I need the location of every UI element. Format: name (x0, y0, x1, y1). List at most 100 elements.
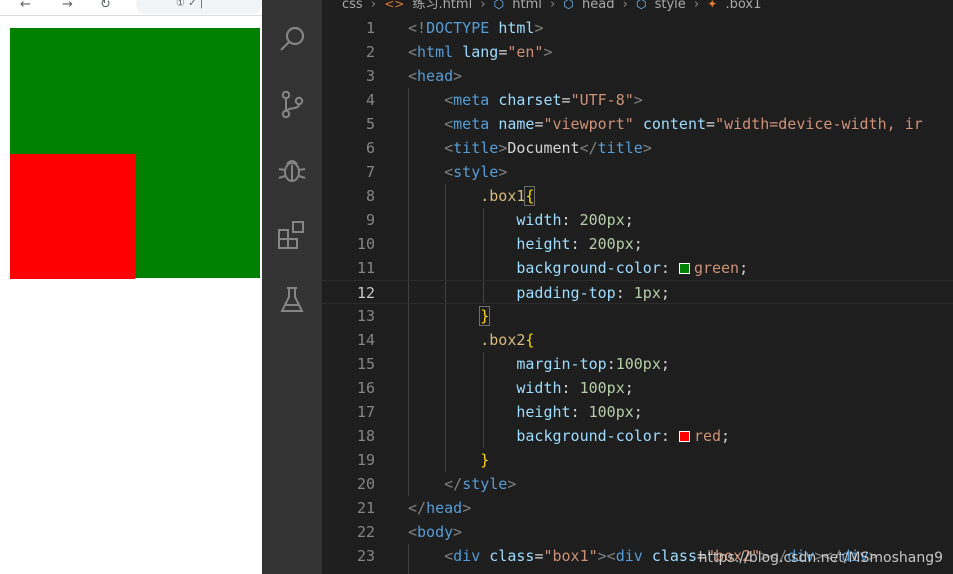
code-text: width: 200px; (408, 208, 633, 232)
testing-icon[interactable] (275, 283, 309, 317)
code-line[interactable]: 7 <style> (322, 160, 953, 184)
code-token: > (498, 139, 508, 157)
code-token: height (516, 235, 571, 253)
breadcrumb-item-box1[interactable]: .box1 (725, 0, 761, 12)
source-control-icon[interactable] (275, 87, 309, 121)
code-line[interactable]: 2 <html lang="en"> (322, 40, 953, 64)
code-text: background-color: green; (408, 256, 748, 280)
code-text: .box1{ (408, 184, 536, 208)
line-number: 9 (365, 211, 375, 229)
code-line[interactable]: 9 width: 200px; (322, 208, 953, 232)
code-line[interactable]: 15 margin-top:100px; (322, 352, 953, 376)
code-token: charset (498, 91, 562, 109)
address-bar[interactable]: ① ✓ | (136, 0, 262, 14)
code-token: html (417, 43, 454, 61)
code-line[interactable]: 18 background-color: red; (322, 424, 953, 448)
breadcrumb-item-style[interactable]: style (655, 0, 686, 12)
code-text: } (408, 448, 489, 472)
code-line[interactable]: 20 </style> (322, 472, 953, 496)
breadcrumb-item-head[interactable]: head (582, 0, 614, 12)
code-area[interactable]: 1 <!DOCTYPE html> 2 <html lang="en"> 3 <head>… (322, 16, 953, 574)
code-token: .box1 (480, 187, 526, 205)
code-text: <body> (408, 520, 462, 544)
code-text: <style> (408, 160, 507, 184)
chevron-right-icon: › (550, 0, 556, 12)
chevron-right-icon: › (693, 0, 700, 12)
code-token: > (534, 19, 544, 37)
watermark: https://blog.csdn.net/MSmoshang9 (698, 550, 943, 566)
code-line[interactable]: 22 <body> (322, 520, 953, 544)
code-line[interactable]: 19 } (322, 448, 953, 472)
code-token: > (633, 91, 643, 109)
code-line[interactable]: 6 <title>Document</title> (322, 136, 953, 160)
code-token: red (693, 427, 722, 445)
code-line[interactable]: 4 <meta charset="UTF-8"> (322, 88, 953, 112)
code-line[interactable]: 1 <!DOCTYPE html> (322, 16, 953, 40)
code-token: height (516, 403, 571, 421)
forward-icon[interactable]: → (62, 0, 73, 12)
extensions-icon[interactable] (275, 218, 309, 252)
code-token: background-color (516, 427, 661, 445)
code-token: ; (739, 259, 749, 277)
code-token: style (453, 163, 499, 181)
breadcrumb-item-file[interactable]: 练习.html (412, 0, 472, 12)
code-line[interactable]: 11 background-color: green; (322, 256, 953, 280)
code-token: div (453, 547, 481, 565)
breadcrumb-item-css[interactable]: css (342, 0, 363, 12)
code-line[interactable]: 8 .box1{ (322, 184, 953, 208)
code-token: background-color (516, 259, 661, 277)
code-line[interactable]: 16 width: 100px; (322, 376, 953, 400)
box2-preview (10, 154, 135, 279)
code-line[interactable]: 5 <meta name="viewport" content="width=d… (322, 112, 953, 136)
code-token: width (516, 211, 562, 229)
search-icon[interactable] (275, 22, 309, 56)
code-text: margin-top:100px; (408, 352, 670, 376)
code-token: < (408, 523, 418, 541)
code-line[interactable]: 13 } (322, 304, 953, 328)
code-token: DOCTYPE (426, 19, 490, 37)
code-line[interactable]: 12 padding-top: 1px; (322, 280, 953, 304)
code-token: > (462, 499, 472, 517)
code-token: style (462, 475, 508, 493)
line-number: 23 (356, 547, 375, 565)
code-token: < (444, 115, 454, 133)
code-token: body (417, 523, 454, 541)
chevron-right-icon: › (622, 0, 628, 12)
code-token: </ (408, 499, 427, 517)
line-number: 4 (365, 91, 375, 109)
code-line[interactable]: 10 height: 200px; (322, 232, 953, 256)
code-line[interactable]: 14 .box2{ (322, 328, 953, 352)
line-number: 17 (356, 403, 375, 421)
code-token: class (489, 547, 535, 565)
code-line[interactable]: 3 <head> (322, 64, 953, 88)
code-line[interactable]: 17 height: 100px; (322, 400, 953, 424)
code-text: width: 100px; (408, 376, 633, 400)
code-line[interactable]: 21 </head> (322, 496, 953, 520)
code-token: > (453, 67, 463, 85)
breadcrumb-item-html[interactable]: html (512, 0, 542, 12)
code-token: Document (507, 139, 580, 157)
code-token: > (642, 139, 652, 157)
back-icon[interactable]: ← (20, 0, 31, 12)
code-token: width (516, 379, 562, 397)
code-token: html (498, 19, 535, 37)
reload-icon[interactable]: ↻ (100, 0, 111, 12)
element-icon: ⬡ (493, 0, 505, 11)
code-token: 1px (633, 284, 661, 302)
code-line[interactable]: 24 (322, 568, 953, 574)
code-token: 100px (579, 379, 625, 397)
code-token: < (444, 163, 454, 181)
code-text: <head> (408, 64, 462, 88)
debug-icon[interactable] (275, 153, 309, 187)
code-token: title (597, 139, 643, 157)
